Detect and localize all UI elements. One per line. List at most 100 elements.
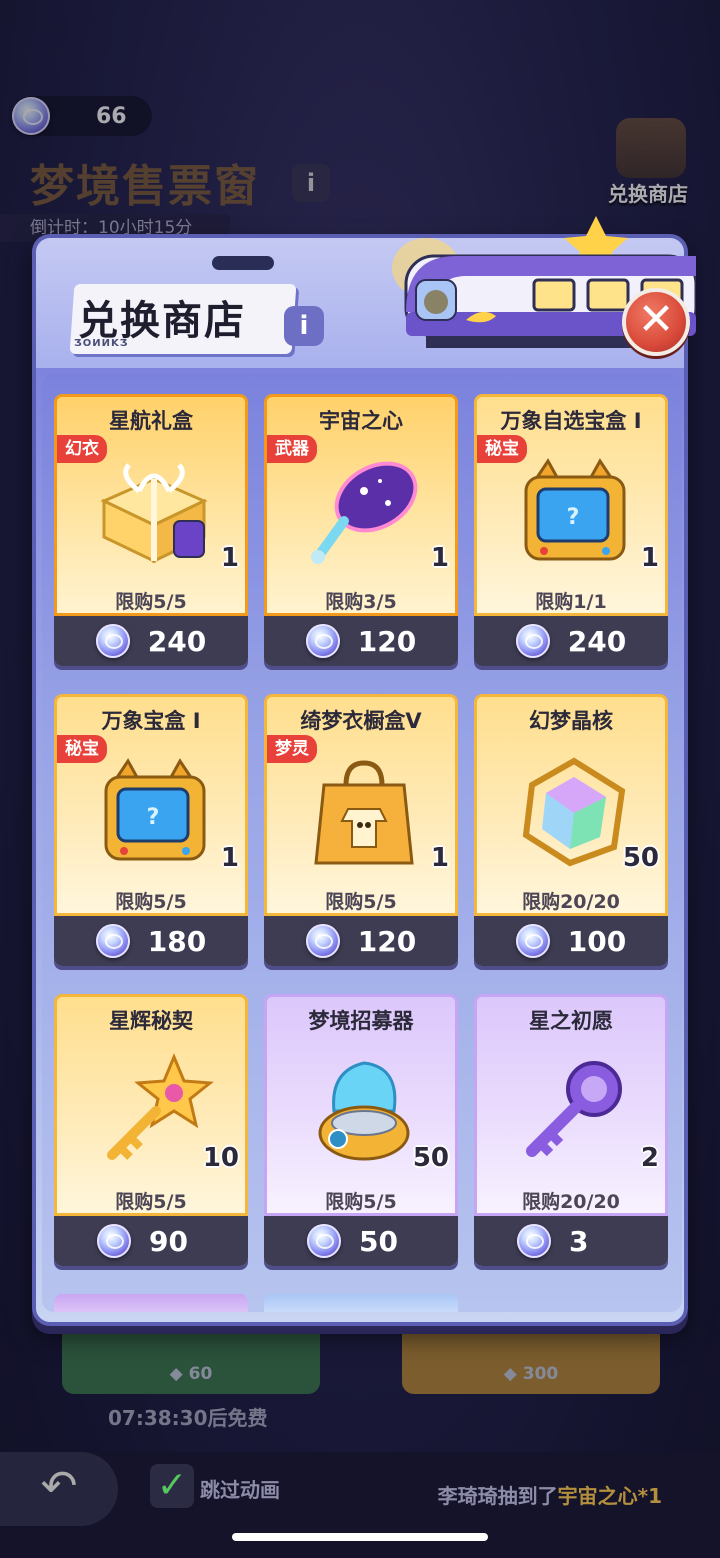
svg-text:?: ? — [147, 805, 160, 830]
shop-item-card[interactable]: 万象自选宝盒 I 秘宝 ? 1 限购1/1 240 — [474, 394, 668, 666]
cosmic-racket-icon — [311, 461, 418, 564]
purchase-limit: 限购1/1 — [535, 591, 607, 613]
item-quantity: 50 — [622, 843, 659, 873]
draw-ticker: 李琦琦抽到了宇宙之心*1 — [438, 1480, 662, 1509]
item-price: 100 — [567, 924, 627, 958]
skip-animation-checkbox[interactable]: ✓ — [150, 1464, 194, 1508]
dream-gem-icon — [307, 1224, 341, 1258]
dream-gem-icon — [95, 924, 130, 958]
ticker-prefix: 李琦琦抽到了 — [437, 1484, 558, 1508]
item-name: 星之初愿 — [529, 1009, 613, 1033]
dream-gem-icon — [97, 1224, 131, 1258]
card-body: 梦境招募器 50 限购5/5 — [264, 994, 458, 1216]
purchase-limit: 限购5/5 — [325, 891, 397, 913]
card-body: 宇宙之心 武器 1 限购3/5 — [264, 394, 458, 616]
shop-item-card[interactable]: 星之初愿 2 限购20/20 3 — [474, 994, 668, 1266]
item-name: 星航礼盒 — [109, 409, 193, 433]
back-arrow-icon[interactable]: ↶ — [0, 1452, 118, 1526]
price-bar[interactable]: 90 — [54, 1216, 248, 1266]
price-bar[interactable]: 120 — [264, 616, 458, 666]
purchase-limit: 限购20/20 — [522, 1191, 620, 1213]
price-bar[interactable]: 120 — [264, 916, 458, 966]
dream-gem-icon — [95, 624, 130, 658]
ticker-item: 宇宙之心 — [557, 1484, 638, 1508]
purchase-limit: 限购5/5 — [115, 591, 187, 613]
dream-gem-icon — [517, 1224, 551, 1258]
cat-tv-box-icon: ? — [104, 758, 206, 861]
shop-item-card[interactable]: 梦境招募器 50 限购5/5 50 — [264, 994, 458, 1266]
item-quantity: 1 — [220, 543, 239, 573]
purchase-limit: 限购3/5 — [325, 591, 397, 613]
card-body: 幻梦晶核 50 限购20/20 — [474, 694, 668, 916]
item-price: 180 — [147, 924, 207, 958]
item-name: 梦境招募器 — [308, 1009, 414, 1033]
ticker-suffix: *1 — [637, 1484, 662, 1508]
purchase-limit: 限购5/5 — [115, 891, 187, 913]
item-price: 240 — [147, 624, 207, 658]
card-body: 星航礼盒 幻衣 1 限购5/5 — [54, 394, 248, 616]
skip-animation-label[interactable]: 跳过动画 — [200, 1474, 280, 1503]
card-body: 绮梦衣橱盒V 梦灵 1 限购5/5 — [264, 694, 458, 916]
item-quantity: 10 — [202, 1143, 239, 1173]
close-button[interactable]: ✕ — [622, 288, 690, 356]
cat-tv-box-icon: ? — [524, 458, 626, 561]
next-row-peek — [54, 1294, 474, 1312]
item-quantity: 1 — [640, 543, 659, 573]
shopping-bag-icon — [314, 760, 414, 865]
item-name: 万象自选宝盒 I — [500, 409, 642, 433]
item-price: 90 — [149, 1224, 188, 1258]
item-price: 120 — [357, 924, 417, 958]
item-name: 星辉秘契 — [109, 1009, 193, 1033]
card-body: 星辉秘契 10 限购5/5 — [54, 994, 248, 1216]
dream-gem-icon — [305, 624, 340, 658]
item-quantity: 1 — [220, 843, 239, 873]
shop-item-card[interactable]: 星航礼盒 幻衣 1 限购5/5 240 — [54, 394, 248, 666]
item-quantity: 50 — [412, 1143, 449, 1173]
star-key-icon — [107, 1053, 214, 1160]
item-name: 绮梦衣橱盒V — [300, 709, 422, 733]
item-price: 120 — [357, 624, 417, 658]
partial-item-card[interactable] — [54, 1294, 248, 1312]
card-body: 万象宝盒 I 秘宝 ? 1 限购5/5 — [54, 694, 248, 916]
price-bar[interactable]: 3 — [474, 1216, 668, 1266]
item-price: 240 — [567, 624, 627, 658]
item-name: 万象宝盒 I — [101, 709, 201, 733]
item-grid-panel: 星航礼盒 幻衣 1 限购5/5 240 宇宙之心 武器 1 限购3/5 120 … — [42, 374, 682, 1312]
card-body: 星之初愿 2 限购20/20 — [474, 994, 668, 1216]
shop-item-card[interactable]: 万象宝盒 I 秘宝 ? 1 限购5/5 180 — [54, 694, 248, 966]
dream-gem-icon — [305, 924, 340, 958]
item-quantity: 2 — [640, 1143, 659, 1173]
price-bar[interactable]: 100 — [474, 916, 668, 966]
item-price: 50 — [359, 1224, 398, 1258]
price-bar[interactable]: 240 — [54, 616, 248, 666]
shop-item-card[interactable]: 宇宙之心 武器 1 限购3/5 120 — [264, 394, 458, 666]
partial-item-card[interactable] — [264, 1294, 458, 1312]
brand-logo: ƷOИИKƷ — [74, 338, 129, 349]
recruit-device-icon — [318, 1061, 410, 1161]
shop-item-card[interactable]: 幻梦晶核 50 限购20/20 100 — [474, 694, 668, 966]
item-grid: 星航礼盒 幻衣 1 限购5/5 240 宇宙之心 武器 1 限购3/5 120 … — [54, 394, 670, 1266]
price-bar[interactable]: 240 — [474, 616, 668, 666]
crystal-core-icon — [522, 757, 626, 867]
gift-box-icon — [100, 463, 208, 564]
card-body: 万象自选宝盒 I 秘宝 ? 1 限购1/1 — [474, 394, 668, 616]
home-indicator — [232, 1533, 488, 1541]
price-bar[interactable]: 50 — [264, 1216, 458, 1266]
purchase-limit: 限购5/5 — [325, 1191, 397, 1213]
dream-gem-icon — [515, 624, 550, 658]
price-bar[interactable]: 180 — [54, 916, 248, 966]
item-price: 3 — [569, 1224, 589, 1258]
purchase-limit: 限购20/20 — [522, 891, 620, 913]
shop-item-card[interactable]: 星辉秘契 10 限购5/5 90 — [54, 994, 248, 1266]
item-name: 幻梦晶核 — [529, 709, 613, 733]
info-icon[interactable]: i — [284, 306, 324, 346]
item-quantity: 1 — [430, 543, 449, 573]
header-tab-decoration — [212, 256, 274, 270]
svg-text:?: ? — [567, 505, 580, 530]
purple-key-icon — [526, 1061, 622, 1157]
exchange-shop-modal: 兑换商店 ƷOИИKƷ i ✕ 星航礼盒 幻衣 1 限购5/5 240 宇宙之心… — [32, 216, 696, 1326]
purchase-limit: 限购5/5 — [115, 1191, 187, 1213]
item-quantity: 1 — [430, 843, 449, 873]
dream-gem-icon — [515, 924, 550, 958]
shop-item-card[interactable]: 绮梦衣橱盒V 梦灵 1 限购5/5 120 — [264, 694, 458, 966]
